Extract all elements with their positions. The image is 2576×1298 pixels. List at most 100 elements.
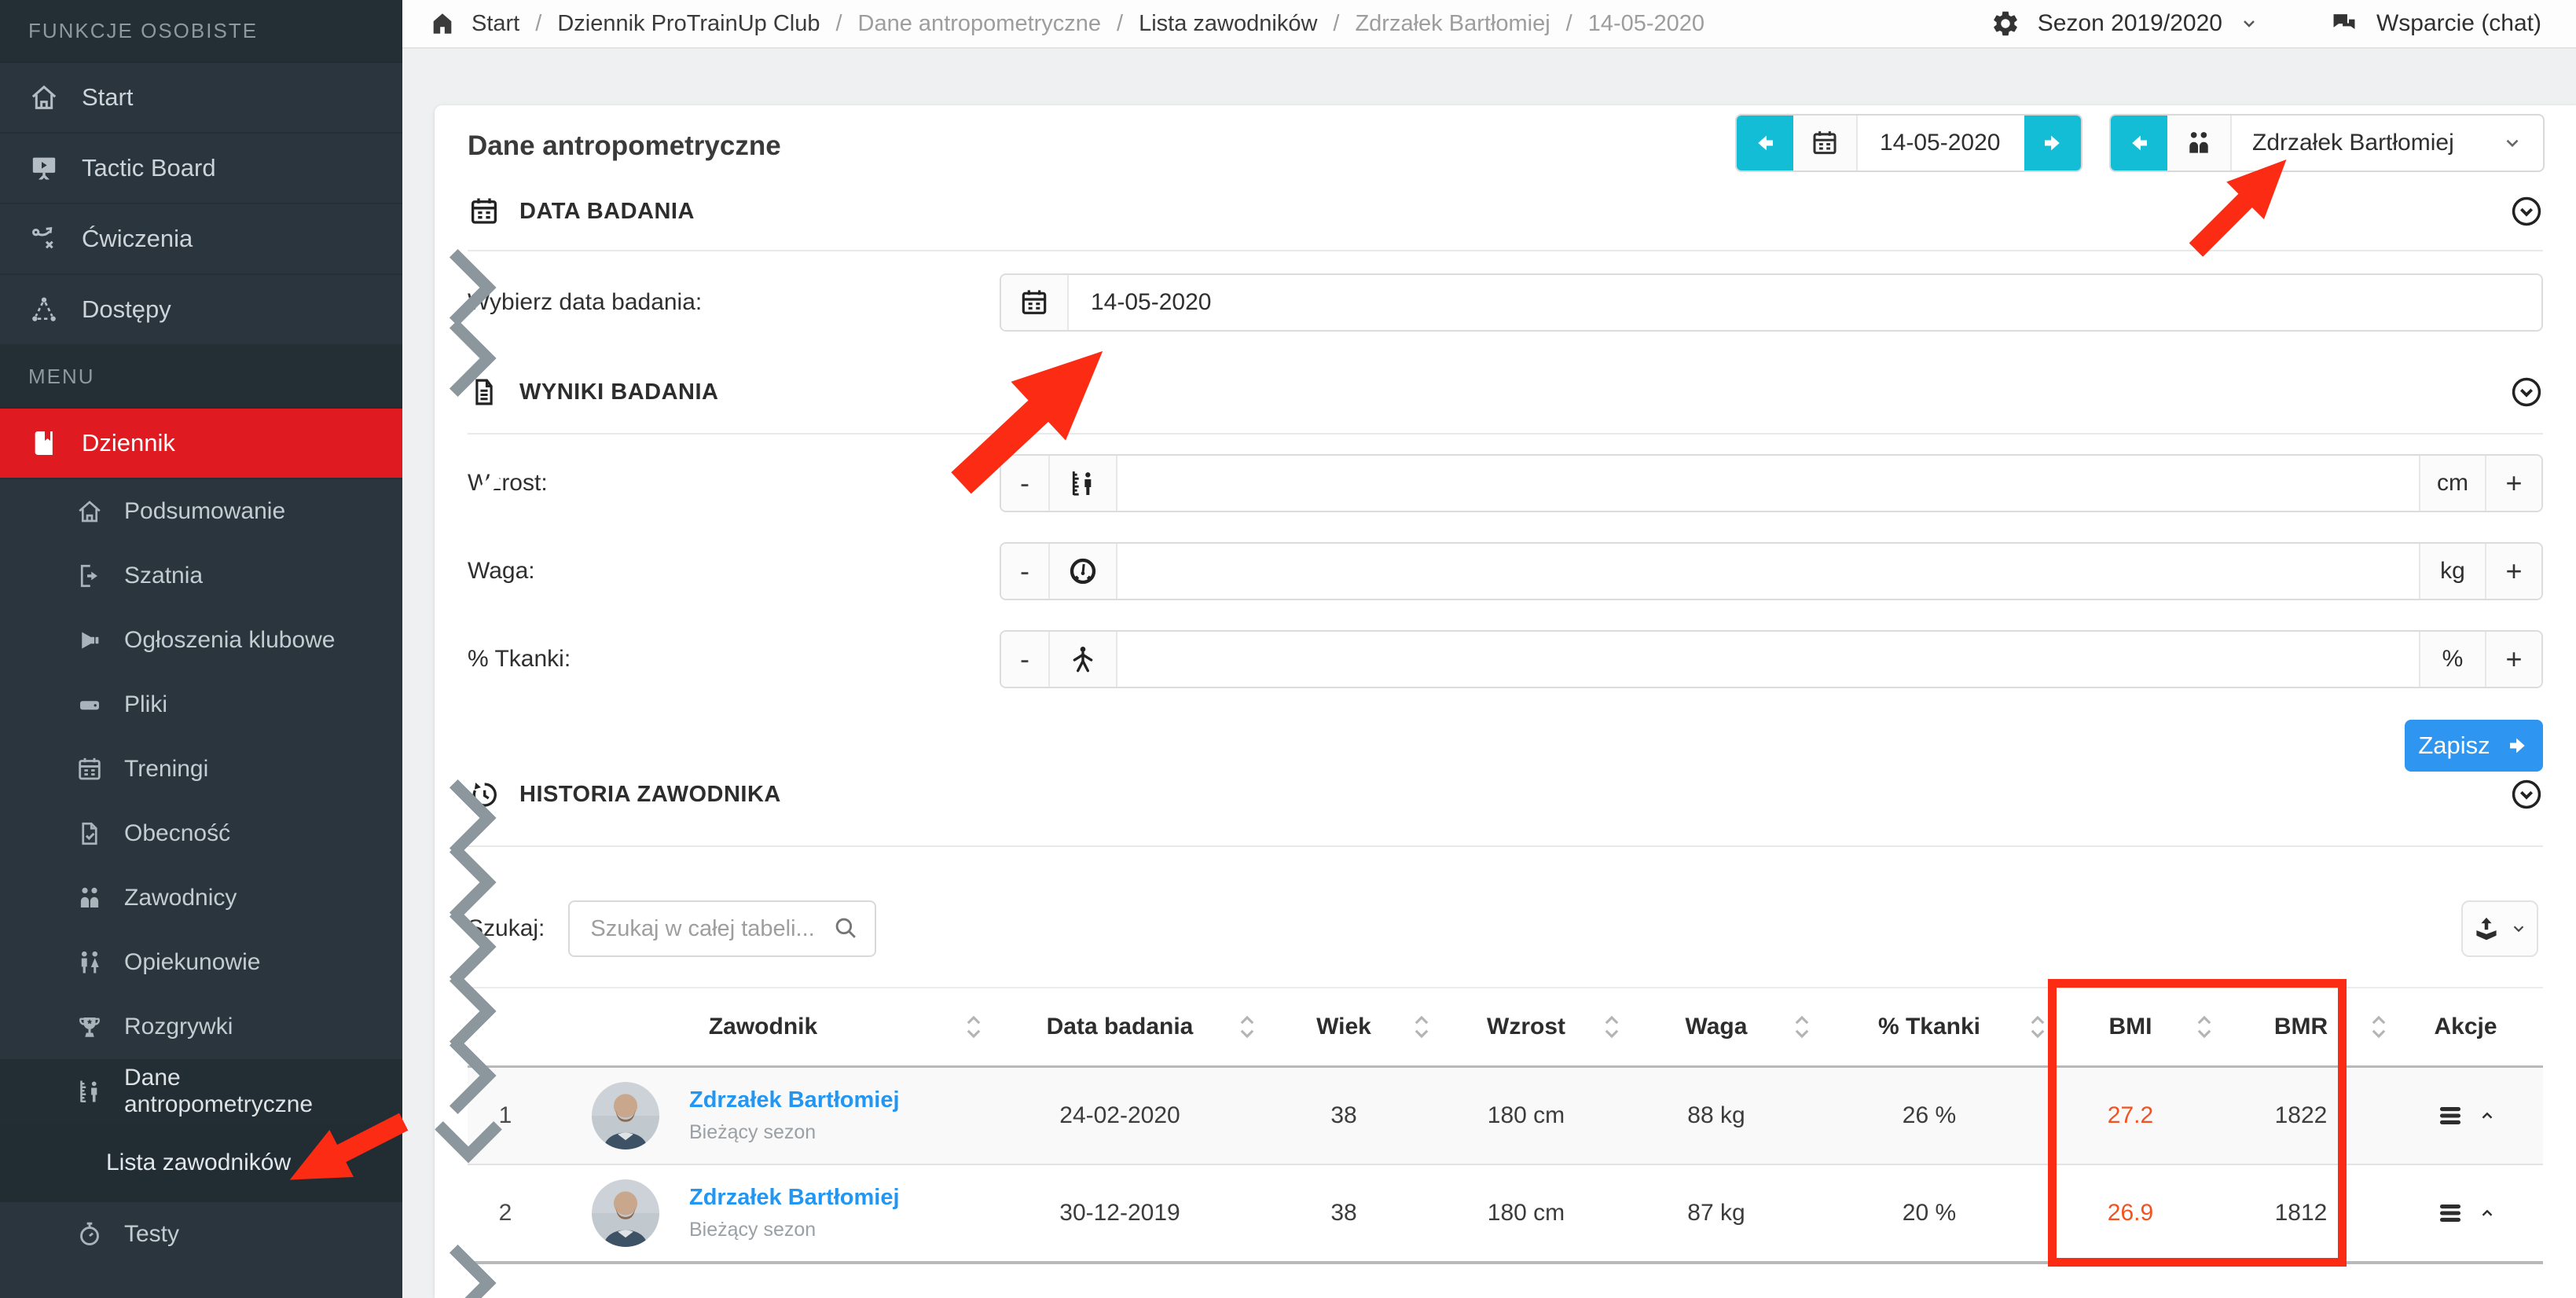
export-button[interactable] [2461,900,2538,957]
stopwatch-icon [75,1220,104,1248]
column-waga: Waga [1621,988,1811,1066]
collapse-section-icon[interactable] [2510,195,2543,228]
breadcrumb-item-start[interactable]: Start [472,11,519,37]
players-icon [2167,116,2232,170]
section-data-badania: DATA BADANIA [468,192,2543,231]
column-label: Akcje [2434,1014,2497,1040]
weight-input[interactable] [1117,544,2419,599]
menu-burger-icon [2436,1102,2464,1130]
sidebar-item-dostepy[interactable]: Dostępy [0,275,402,346]
height-input[interactable] [1117,456,2419,511]
history-table: Zawodnik Data badania Wiek Wzrost Waga %… [468,987,2543,1264]
sidebar-subitem-treningi[interactable]: Treningi [0,737,402,801]
increment-button[interactable]: + [2485,456,2541,511]
megaphone-icon [75,626,104,654]
cell-weight: 87 kg [1621,1164,1811,1263]
row-actions-menu[interactable] [2388,1102,2543,1130]
date-input[interactable] [1069,275,2541,330]
chevron-right-icon [350,229,371,249]
breadcrumb-item-dane[interactable]: Dane antropometryczne [858,11,1102,37]
sidebar-subitem-pliki[interactable]: Pliki [0,673,402,737]
scale-gauge-icon [1050,544,1117,599]
support-chat-button[interactable]: Wsparcie (chat) [2329,9,2541,38]
sort-icon[interactable] [2369,1014,2388,1040]
breadcrumb-separator: / [835,11,842,37]
sidebar-subitem-lista-zawodnikow[interactable]: Lista zawodników [0,1124,402,1202]
player-name-link[interactable]: Zdrzałek Bartłomiej [689,1087,900,1113]
divider [468,250,2543,251]
player-prev-button[interactable] [2111,116,2167,170]
sidebar-item-start[interactable]: Start [0,63,402,134]
increment-button[interactable]: + [2485,544,2541,599]
calendar-icon [1793,116,1858,170]
files-drive-icon [75,691,104,719]
save-button[interactable]: Zapisz [2405,720,2543,772]
sidebar-item-tactic-board[interactable]: Tactic Board [0,134,402,204]
date-navigator-value[interactable]: 14-05-2020 [1858,116,2024,170]
players-icon [75,884,104,912]
sort-icon[interactable] [1238,1014,1257,1040]
sort-icon[interactable] [1793,1014,1811,1040]
player-select[interactable]: Zdrzałek Bartłomiej [2232,116,2543,170]
anthropometry-icon [75,1077,104,1106]
increment-button[interactable]: + [2485,632,2541,687]
collapse-section-icon[interactable] [2510,376,2543,409]
chat-icon [2329,9,2359,38]
chevron-up-icon [2479,1204,2496,1222]
breadcrumb-item-player[interactable]: Zdrzałek Bartłomiej [1355,11,1550,37]
breadcrumb: Start / Dziennik ProTrainUp Club / Dane … [429,10,1704,37]
avatar [592,1179,659,1247]
column-label: BMR [2274,1014,2328,1040]
sidebar-subitem-rozgrywki[interactable]: Rozgrywki [0,995,402,1059]
player-cell: Zdrzałek Bartłomiej Bieżący sezon [543,1179,983,1247]
sidebar-subitem-dane-antropometryczne[interactable]: Dane antropometryczne [0,1059,402,1124]
sidebar-subitem-zawodnicy[interactable]: Zawodnicy [0,866,402,930]
exercises-icon [28,223,60,255]
date-next-button[interactable] [2024,116,2081,170]
sidebar-subitem-testy[interactable]: Testy [0,1202,402,1267]
column-label: Wzrost [1487,1014,1565,1040]
sort-icon[interactable] [2195,1014,2214,1040]
decrement-button[interactable]: - [1001,632,1050,687]
cell-bmi: 27.2 [2047,1066,2214,1164]
cell-bmi: 26.9 [2047,1164,2214,1263]
season-selector[interactable]: Sezon 2019/2020 [1991,9,2259,38]
sidebar-item-cwiczenia[interactable]: Ćwiczenia [0,204,402,275]
column-akcje: Akcje [2388,988,2543,1066]
sidebar-subitem-opiekunowie[interactable]: Opiekunowie [0,930,402,995]
weight-field-label: Waga: [468,558,1000,585]
row-actions-menu[interactable] [2388,1199,2543,1227]
player-name-link[interactable]: Zdrzałek Bartłomiej [689,1185,900,1211]
sidebar-section-personal: FUNKCJE OSOBISTE [0,0,402,63]
sidebar-item-label: Dostępy [82,295,171,324]
search-input[interactable] [568,900,876,957]
sort-icon[interactable] [1412,1014,1431,1040]
sidebar-subitem-podsumowanie[interactable]: Podsumowanie [0,479,402,544]
sidebar-subitem-ogloszenia[interactable]: Ogłoszenia klubowe [0,608,402,673]
breadcrumb-item-lista[interactable]: Lista zawodników [1139,11,1317,37]
attendance-doc-icon [75,820,104,848]
sort-icon[interactable] [964,1014,983,1040]
sidebar: FUNKCJE OSOBISTE Start Tactic Board Ćwic… [0,0,402,1298]
sidebar-item-dziennik[interactable]: Dziennik [0,409,402,479]
collapse-section-icon[interactable] [2510,778,2543,811]
breadcrumb-item-dziennik[interactable]: Dziennik ProTrainUp Club [557,11,820,37]
sidebar-subitem-szatnia[interactable]: Szatnia [0,544,402,608]
breadcrumb-item-date[interactable]: 14-05-2020 [1588,11,1704,37]
decrement-button[interactable]: - [1001,456,1050,511]
decrement-button[interactable]: - [1001,544,1050,599]
sort-icon[interactable] [1602,1014,1621,1040]
sidebar-subitem-obecnosc[interactable]: Obecność [0,801,402,866]
fat-input[interactable] [1117,632,2419,687]
column-data-badania: Data badania [983,988,1257,1066]
column-label: % Tkanki [1878,1014,1980,1040]
sidebar-section-personal-label: FUNKCJE OSOBISTE [28,19,258,43]
breadcrumb-home-icon[interactable] [429,10,456,37]
home-outline-icon [75,497,104,526]
player-navigator: Zdrzałek Bartłomiej [2109,114,2545,172]
cell-height: 180 cm [1431,1164,1621,1263]
sort-icon[interactable] [2028,1014,2047,1040]
chevron-up-icon [2479,1107,2496,1124]
date-prev-button[interactable] [1737,116,1793,170]
guardians-icon [75,948,104,977]
